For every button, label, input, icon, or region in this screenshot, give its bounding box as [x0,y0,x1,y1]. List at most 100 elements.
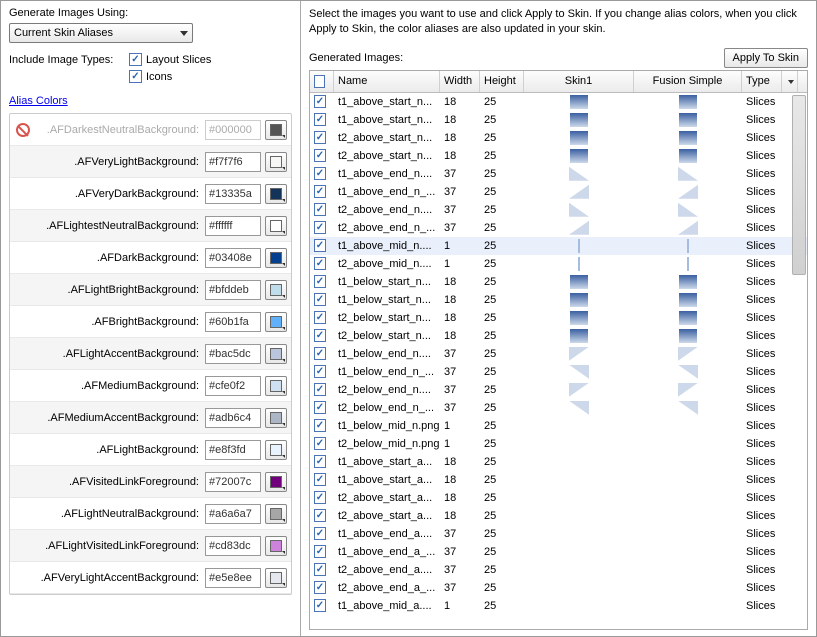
table-row[interactable]: t1_below_mid_n.png125Slices [310,417,807,435]
alias-hex-input[interactable]: #03408e [205,248,261,268]
alias-hex-input[interactable]: #bac5dc [205,344,261,364]
color-picker-button[interactable] [265,408,287,428]
col-name[interactable]: Name [334,71,440,92]
alias-hex-input[interactable]: #f7f7f6 [205,152,261,172]
color-picker-button[interactable] [265,152,287,172]
table-row[interactable]: t2_below_end_n_...3725Slices [310,399,807,417]
table-row[interactable]: t1_below_end_n....3725Slices [310,345,807,363]
table-row[interactable]: t1_above_start_n...1825Slices [310,111,807,129]
row-checkbox[interactable] [314,509,326,522]
row-checkbox[interactable] [314,581,326,594]
table-row[interactable]: t2_below_start_n...1825Slices [310,309,807,327]
row-checkbox[interactable] [314,437,326,450]
table-row[interactable]: t1_below_start_n...1825Slices [310,291,807,309]
row-checkbox[interactable] [314,221,326,234]
row-checkbox[interactable] [314,347,326,360]
table-row[interactable]: t1_above_end_n_...3725Slices [310,183,807,201]
row-checkbox[interactable] [314,365,326,378]
row-checkbox[interactable] [314,473,326,486]
row-checkbox[interactable] [314,401,326,414]
row-checkbox[interactable] [314,491,326,504]
row-checkbox[interactable] [314,131,326,144]
col-type[interactable]: Type [742,71,782,92]
table-row[interactable]: t2_below_mid_n.png125Slices [310,435,807,453]
alias-hex-input[interactable]: #13335a [205,184,261,204]
table-row[interactable]: t1_above_mid_n....125Slices [310,237,807,255]
color-picker-button[interactable] [265,440,287,460]
alias-hex-input[interactable]: #bfddeb [205,280,261,300]
table-row[interactable]: t1_above_end_n....3725Slices [310,165,807,183]
row-checkbox[interactable] [314,599,326,612]
alias-hex-input[interactable]: #cd83dc [205,536,261,556]
color-picker-button[interactable] [265,216,287,236]
table-row[interactable]: t2_above_end_n_...3725Slices [310,219,807,237]
table-row[interactable]: t1_above_mid_a....125Slices [310,597,807,615]
table-row[interactable]: t1_above_start_n...1825Slices [310,93,807,111]
table-row[interactable]: t2_above_mid_n....125Slices [310,255,807,273]
row-checkbox[interactable] [314,275,326,288]
col-fusion[interactable]: Fusion Simple [634,71,742,92]
alias-hex-input[interactable]: #e5e8ee [205,568,261,588]
row-checkbox[interactable] [314,185,326,198]
table-row[interactable]: t2_above_end_n....3725Slices [310,201,807,219]
table-row[interactable]: t1_below_start_n...1825Slices [310,273,807,291]
table-row[interactable]: t1_below_end_n_...3725Slices [310,363,807,381]
col-menu[interactable] [782,71,798,92]
col-skin1[interactable]: Skin1 [524,71,634,92]
scrollbar-thumb[interactable] [792,95,806,275]
table-row[interactable]: t1_above_end_a....3725Slices [310,525,807,543]
row-checkbox[interactable] [314,563,326,576]
color-picker-button[interactable] [265,312,287,332]
alias-hex-input[interactable]: #60b1fa [205,312,261,332]
alias-colors-link[interactable]: Alias Colors [9,95,68,107]
row-checkbox[interactable] [314,527,326,540]
row-checkbox[interactable] [314,203,326,216]
row-checkbox[interactable] [314,257,326,270]
row-checkbox[interactable] [314,455,326,468]
color-picker-button[interactable] [265,280,287,300]
color-picker-button[interactable] [265,248,287,268]
alias-hex-input[interactable]: #adb6c4 [205,408,261,428]
color-picker-button[interactable] [265,504,287,524]
alias-hex-input[interactable]: #72007c [205,472,261,492]
table-row[interactable]: t1_above_start_a...1825Slices [310,471,807,489]
alias-hex-input[interactable]: #cfe0f2 [205,376,261,396]
select-all-checkbox[interactable] [314,75,325,88]
table-row[interactable]: t1_above_end_a_...3725Slices [310,543,807,561]
table-row[interactable]: t2_above_start_n...1825Slices [310,129,807,147]
alias-hex-input[interactable]: #e8f3fd [205,440,261,460]
color-picker-button[interactable] [265,344,287,364]
col-width[interactable]: Width [440,71,480,92]
alias-hex-input[interactable]: #a6a6a7 [205,504,261,524]
color-picker-button[interactable] [265,568,287,588]
table-row[interactable]: t2_above_start_a...1825Slices [310,507,807,525]
icons-checkbox[interactable] [129,70,142,83]
col-checkbox[interactable] [310,71,334,92]
table-row[interactable]: t2_above_end_a_...3725Slices [310,579,807,597]
table-row[interactable]: t2_above_start_n...1825Slices [310,147,807,165]
row-checkbox[interactable] [314,419,326,432]
row-checkbox[interactable] [314,329,326,342]
col-height[interactable]: Height [480,71,524,92]
row-checkbox[interactable] [314,167,326,180]
row-checkbox[interactable] [314,383,326,396]
table-row[interactable]: t2_above_end_a....3725Slices [310,561,807,579]
layout-slices-checkbox[interactable] [129,53,142,66]
table-row[interactable]: t2_above_start_a...1825Slices [310,489,807,507]
apply-to-skin-button[interactable]: Apply To Skin [724,48,808,68]
alias-hex-input[interactable]: #ffffff [205,216,261,236]
row-checkbox[interactable] [314,113,326,126]
color-picker-button[interactable] [265,536,287,556]
color-picker-button[interactable] [265,472,287,492]
row-checkbox[interactable] [314,311,326,324]
table-row[interactable]: t1_above_start_a...1825Slices [310,453,807,471]
color-picker-button[interactable] [265,184,287,204]
color-picker-button[interactable] [265,376,287,396]
row-checkbox[interactable] [314,95,326,108]
row-checkbox[interactable] [314,545,326,558]
row-checkbox[interactable] [314,293,326,306]
table-row[interactable]: t2_below_end_n....3725Slices [310,381,807,399]
skin-dropdown[interactable]: Current Skin Aliases [9,23,193,43]
row-checkbox[interactable] [314,149,326,162]
table-row[interactable]: t2_below_start_n...1825Slices [310,327,807,345]
